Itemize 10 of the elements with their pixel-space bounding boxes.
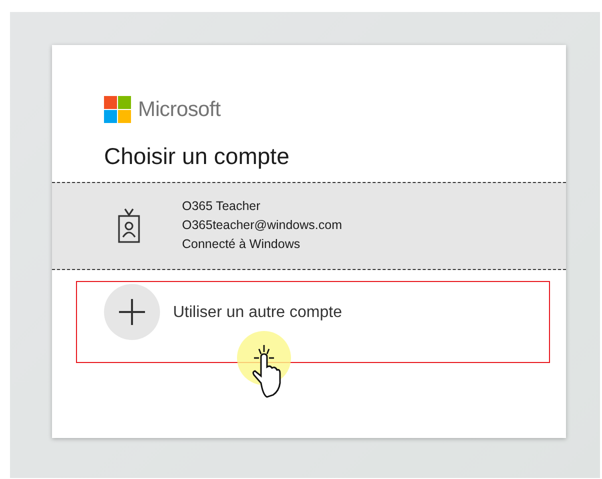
- plus-icon: [104, 284, 160, 340]
- account-email: O365teacher@windows.com: [182, 217, 342, 234]
- account-name: O365 Teacher: [182, 198, 262, 216]
- windows-logo-icon: [104, 96, 131, 123]
- other-account-option[interactable]: Utiliser un autre compte: [76, 280, 550, 363]
- page-title: Choisir un compte: [104, 143, 290, 171]
- id-badge-icon: [117, 208, 141, 244]
- brand-name: Microsoft: [138, 98, 220, 122]
- account-tile[interactable]: O365 Teacher O365teacher@windows.com Connecté à Windows: [52, 182, 566, 270]
- account-status: Connecté à Windows: [182, 236, 302, 254]
